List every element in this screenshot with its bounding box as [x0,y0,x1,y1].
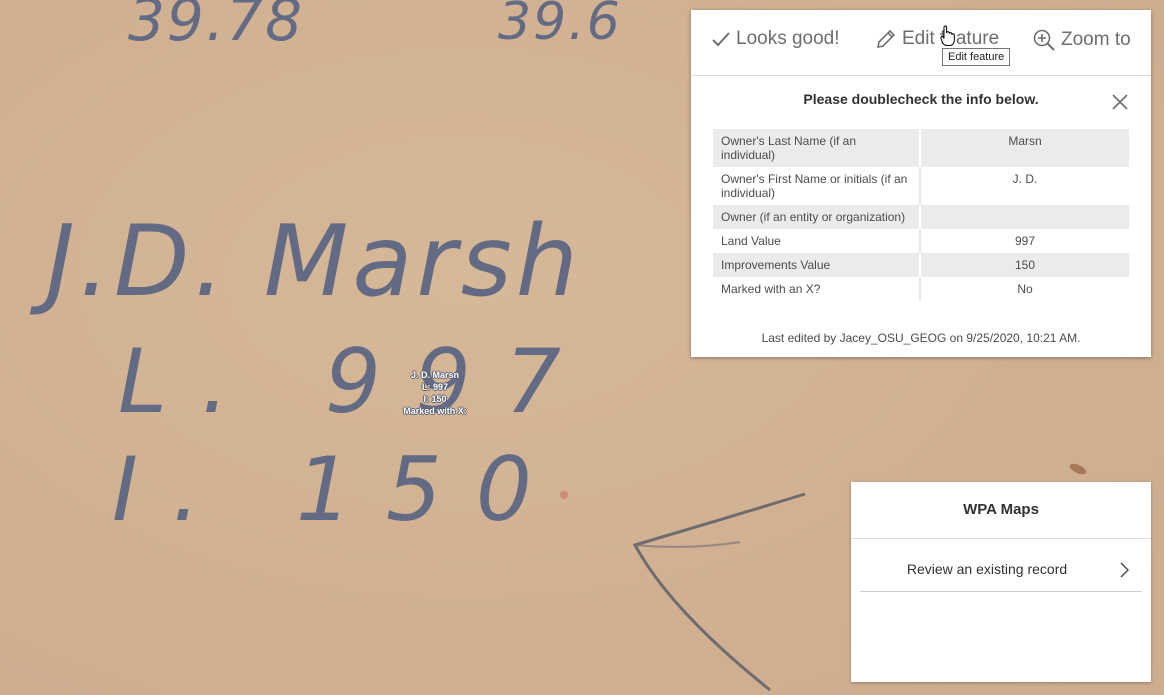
last-edited-info: Last edited by Jacey_OSU_GEOG on 9/25/20… [761,331,1081,345]
feature-label-name: J. D. Marsn [410,370,459,380]
table-row: Owner's First Name or initials (if an in… [713,167,1129,205]
feature-label-marked: Marked with X: [403,406,467,416]
handwritten-owner-name: J.D. Marsh [46,205,582,319]
review-existing-record-item[interactable]: Review an existing record [860,539,1142,592]
field-value [919,205,1129,229]
table-row: Improvements Value 150 [713,253,1129,277]
feature-label-improvements: I: 150 [423,394,447,404]
looks-good-button[interactable]: Looks good! [711,28,840,50]
brown-speck [1069,463,1087,475]
field-label: Marked with an X? [721,282,821,296]
table-row: Owner (if an entity or organization) [713,205,1129,229]
field-value: 997 [919,229,1129,253]
red-speck [560,491,568,499]
field-value: Marsn [919,129,1129,167]
wpa-maps-panel: WPA Maps Review an existing record [851,482,1151,682]
checkmark-icon [712,32,730,47]
attribute-table: Owner's Last Name (if an individual) Mar… [713,129,1129,301]
field-label: Improvements Value [713,253,920,277]
handwritten-number: 39.78 [128,0,305,54]
hand-cursor-icon [940,25,955,46]
close-icon[interactable] [1110,92,1130,112]
panel-title: WPA Maps [963,501,1039,518]
review-existing-record-label: Review an existing record [906,561,1068,577]
edit-feature-tooltip: Edit feature [942,48,1011,66]
field-label: Land Value [721,234,781,248]
feature-popup: Looks good! Edit feature Zoom to Edit fe… [691,10,1151,357]
pencil-icon [876,29,896,49]
chevron-right-icon [1120,562,1129,578]
field-label: Owner (if an entity or organization) [713,205,920,229]
handwritten-number: 39.6 [498,0,622,52]
popup-title: Please doublecheck the info below. [803,91,1039,107]
handwritten-land-value: L. 997 [118,330,595,433]
table-row: Owner's Last Name (if an individual) Mar… [713,129,1129,167]
zoom-to-label: Zoom to [1061,29,1131,50]
feature-label-land: L: 997 [421,382,448,392]
looks-good-label: Looks good! [736,28,840,49]
table-row: Marked with an X? No [713,277,1129,301]
field-label: Owner's First Name or initials (if an in… [721,172,908,200]
zoom-in-icon [1033,29,1055,51]
feature-label[interactable]: J. D. Marsn L: 997 I: 150 Marked with X: [395,369,475,417]
popup-action-bar: Looks good! Edit feature Zoom to Edit fe… [691,10,1151,76]
field-value: No [919,277,1129,301]
field-label: Owner's Last Name (if an individual) [713,129,920,167]
edit-feature-button[interactable]: Edit feature [875,28,999,50]
field-value: J. D. [919,167,1129,205]
handwritten-improvements-value: I. 150 [112,438,566,541]
field-value: 150 [919,253,1129,277]
zoom-to-button[interactable]: Zoom to [1032,28,1131,52]
table-row: Land Value 997 [713,229,1129,253]
